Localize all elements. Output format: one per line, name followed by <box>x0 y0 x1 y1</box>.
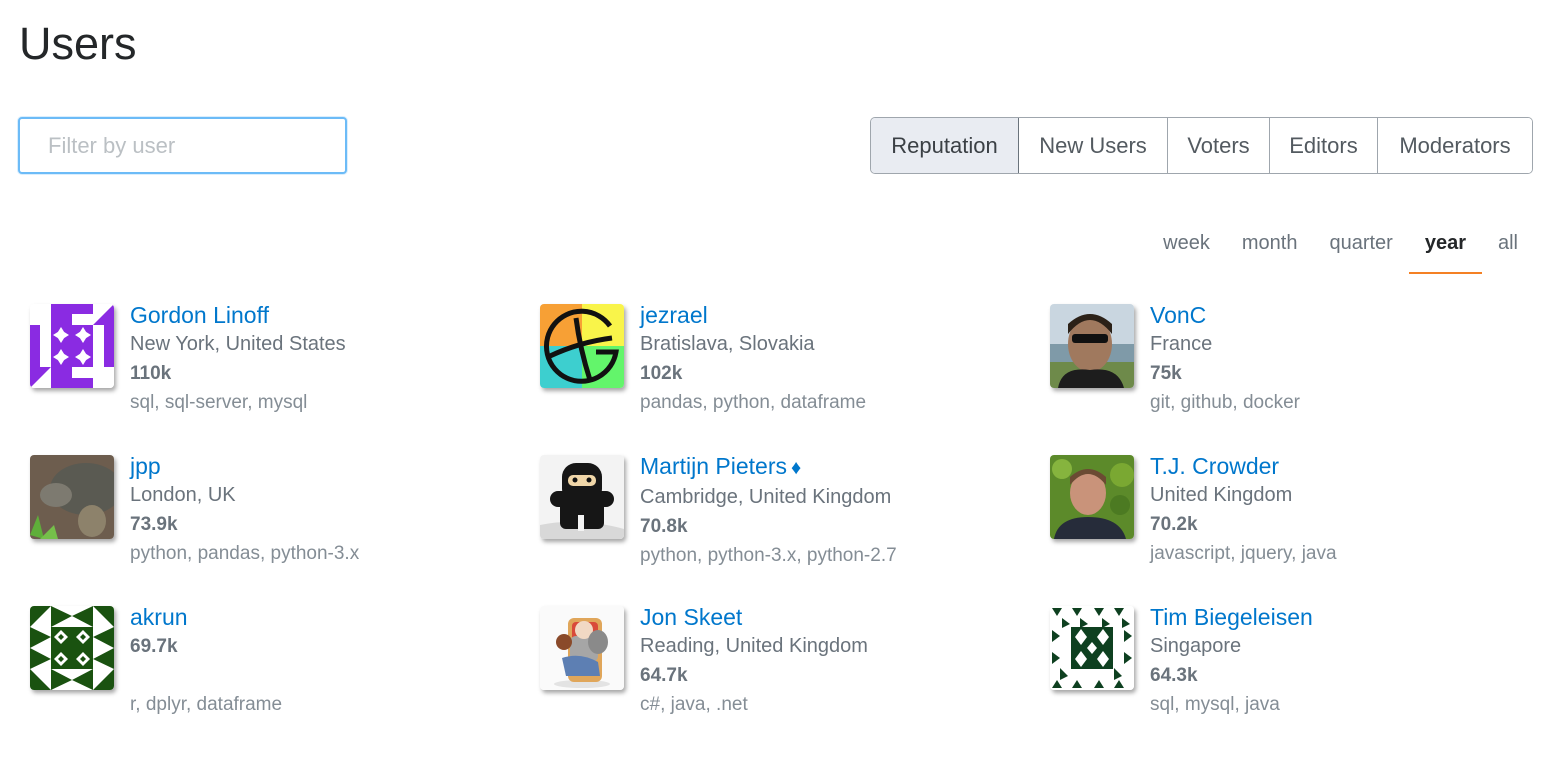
user-name-text: Martijn Pieters <box>640 453 787 479</box>
user-location: Singapore <box>1150 635 1242 657</box>
user-name-link[interactable]: Martijn Pieters ♦ <box>640 451 801 483</box>
tab-moderators[interactable]: Moderators <box>1378 118 1532 173</box>
user-location: London, UK <box>130 484 236 506</box>
avatar-cartoon-chair[interactable] <box>540 606 624 690</box>
period-week[interactable]: week <box>1147 226 1226 274</box>
user-card: Jon Skeet Reading, United Kingdom 64.7k … <box>540 604 1050 757</box>
user-tags: python, python-3.x, python-2.7 <box>640 545 897 566</box>
user-reputation: 70.8k <box>640 516 688 537</box>
time-period-filter: week month quarter year all <box>1147 226 1534 274</box>
user-tags: javascript, jquery, java <box>1150 543 1337 564</box>
user-tags: git, github, docker <box>1150 392 1300 413</box>
user-tags: c#, java, .net <box>640 694 748 715</box>
user-name-link[interactable]: akrun <box>130 602 188 632</box>
avatar-photo-man[interactable] <box>1050 455 1134 539</box>
user-reputation: 64.3k <box>1150 665 1198 686</box>
user-card: Tim Biegeleisen Singapore 64.3k sql, mys… <box>1050 604 1560 757</box>
user-location: France <box>1150 333 1213 355</box>
user-location: Bratislava, Slovakia <box>640 333 815 355</box>
user-card: Gordon Linoff New York, United States 11… <box>30 302 540 455</box>
tab-voters[interactable]: Voters <box>1168 118 1270 173</box>
user-card: jpp London, UK 73.9k python, pandas, pyt… <box>30 453 540 606</box>
filter-by-user-input[interactable] <box>18 117 347 174</box>
user-location: Reading, United Kingdom <box>640 635 868 657</box>
user-reputation: 73.9k <box>130 514 178 535</box>
user-tags: python, pandas, python-3.x <box>130 543 360 564</box>
period-all[interactable]: all <box>1482 226 1534 274</box>
period-quarter[interactable]: quarter <box>1313 226 1408 274</box>
avatar-photo-tortoise[interactable] <box>30 455 114 539</box>
period-year[interactable]: year <box>1408 226 1483 274</box>
moderator-diamond-icon: ♦ <box>790 457 802 479</box>
avatar-identicon-green[interactable] <box>30 606 114 690</box>
user-name-link[interactable]: Gordon Linoff <box>130 300 269 330</box>
user-reputation: 69.7k <box>130 636 178 657</box>
avatar-identicon-darkgreen[interactable] <box>1050 606 1134 690</box>
user-tags: sql, sql-server, mysql <box>130 392 308 413</box>
user-category-tabs: Reputation New Users Voters Editors Mode… <box>870 117 1533 174</box>
avatar-geocaching-logo[interactable] <box>540 304 624 388</box>
avatar-ninja-plush[interactable] <box>540 455 624 539</box>
user-location: Cambridge, United Kingdom <box>640 486 892 508</box>
user-tags: pandas, python, dataframe <box>640 392 867 413</box>
user-card: Martijn Pieters ♦ Cambridge, United Kingd… <box>540 453 1050 606</box>
user-name-link[interactable]: jpp <box>130 451 161 481</box>
user-tags: sql, mysql, java <box>1150 694 1280 715</box>
user-name-link[interactable]: VonC <box>1150 300 1206 330</box>
user-reputation: 70.2k <box>1150 514 1198 535</box>
tab-editors[interactable]: Editors <box>1270 118 1378 173</box>
user-location: United Kingdom <box>1150 484 1293 506</box>
user-tags: r, dplyr, dataframe <box>130 694 283 715</box>
user-reputation: 64.7k <box>640 665 688 686</box>
user-card: akrun 69.7k r, dplyr, dataframe <box>30 604 540 757</box>
user-reputation: 110k <box>130 363 172 384</box>
user-name-link[interactable]: Tim Biegeleisen <box>1150 602 1313 632</box>
user-reputation: 102k <box>640 363 683 384</box>
avatar-photo-man-sunglasses[interactable] <box>1050 304 1134 388</box>
tab-new-users[interactable]: New Users <box>1019 118 1168 173</box>
user-name-link[interactable]: jezrael <box>640 300 708 330</box>
page-title: Users <box>19 18 137 69</box>
user-card: jezrael Bratislava, Slovakia 102k pandas… <box>540 302 1050 455</box>
empty-location-spacer <box>130 661 282 690</box>
period-month[interactable]: month <box>1226 226 1314 274</box>
user-location: New York, United States <box>130 333 346 355</box>
user-reputation: 75k <box>1150 363 1182 384</box>
user-name-link[interactable]: T.J. Crowder <box>1150 451 1279 481</box>
user-grid: Gordon Linoff New York, United States 11… <box>30 302 1560 757</box>
user-card: T.J. Crowder United Kingdom 70.2k javasc… <box>1050 453 1560 606</box>
user-card: VonC France 75k git, github, docker <box>1050 302 1560 455</box>
avatar-identicon-purple[interactable] <box>30 304 114 388</box>
user-name-link[interactable]: Jon Skeet <box>640 602 742 632</box>
tab-reputation[interactable]: Reputation <box>871 118 1019 173</box>
